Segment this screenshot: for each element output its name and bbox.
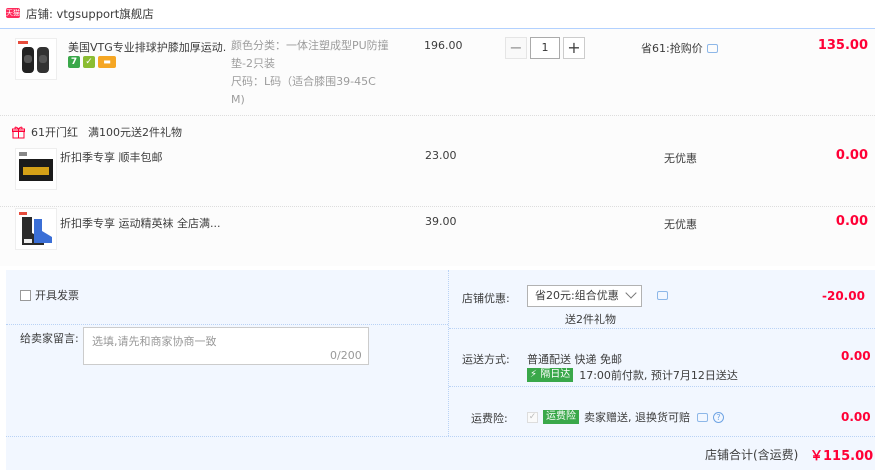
shop-total-label: 店铺合计(含运费) (705, 448, 799, 462)
item-title[interactable]: 美国VTG专业排球护膝加厚运动... (68, 39, 226, 55)
message-char-count: 0/200 (330, 349, 362, 362)
insurance-checkbox: ✓ (527, 411, 538, 423)
insurance-tag: 运费险 (543, 410, 579, 424)
gift-promo-bar: 61开门红 满100元送2件礼物 (12, 124, 182, 140)
sku-color-cont: 垫-2只装 (231, 57, 275, 70)
seven-day-return-icon[interactable]: 7 (68, 56, 80, 68)
gift-icon (12, 126, 25, 138)
insurance-note: 卖家赠送, 退换货可赔 (584, 411, 690, 424)
shop-discount-note: 送2件礼物 (565, 313, 616, 326)
item-promo: 省61:抢购价 (641, 40, 718, 56)
gift-1-discount: 无优惠 (664, 152, 697, 165)
help-icon[interactable]: ? (713, 411, 724, 423)
decrease-quantity-button[interactable]: − (505, 37, 527, 59)
gift-promo-1: 61开门红 (31, 126, 78, 139)
sku-size: 尺码：L码（适合膝围39-45C (231, 75, 376, 88)
shop-prefix-label: 店铺: (26, 7, 53, 21)
shipping-eta: ⚡ 隔日达 17:00前付款, 预计7月12日送达 (527, 367, 738, 383)
genuine-icon[interactable]: ✓ (83, 56, 95, 68)
shipping-note: 17:00前付款, 预计7月12日送达 (579, 369, 738, 382)
shop-discount-label: 店铺优惠: (462, 292, 510, 305)
gift-1-total: 0.00 (835, 148, 868, 163)
invoice-label: 开具发票 (35, 289, 79, 302)
shop-discount-selected: 省20元:组合优惠 (535, 289, 619, 302)
invoice-checkbox[interactable] (20, 289, 31, 301)
gift-1-price: 23.00 (425, 149, 457, 162)
tmall-shop-icon: 天猫 (6, 8, 20, 18)
insurance-chat-icon[interactable] (697, 412, 708, 422)
sku-size-cont: M) (231, 93, 245, 106)
promo-text: 省61:抢购价 (641, 42, 703, 55)
chevron-down-icon (625, 287, 637, 299)
increase-quantity-button[interactable]: + (563, 37, 585, 59)
gift-divider (0, 206, 875, 207)
shop-discount-select[interactable]: 省20元:组合优惠 (527, 285, 642, 307)
gift-2-price: 39.00 (425, 215, 457, 228)
left-divider (6, 324, 448, 325)
shop-total-amount: ￥115.00 (810, 449, 874, 464)
gift-promo-2: 满100元送2件礼物 (88, 126, 182, 139)
item-unit-price: 196.00 (424, 39, 463, 52)
next-day-tag: ⚡ 隔日达 (527, 368, 574, 382)
insurance-option: ✓ 运费险 卖家赠送, 退换货可赔 ? (527, 409, 724, 425)
gift-2-title[interactable]: 折扣季专享 运动精英袜 全店满... (60, 215, 220, 231)
right-divider-1 (449, 328, 875, 329)
right-divider-2 (449, 386, 875, 387)
gift-2-discount: 无优惠 (664, 218, 697, 231)
shop-name-link[interactable]: vtgsupport旗舰店 (57, 7, 154, 21)
shop-name[interactable]: 店铺: vtgsupport旗舰店 (26, 6, 154, 22)
gift-1-thumbnail[interactable] (15, 148, 57, 190)
shop-discount-amount: -20.00 (822, 289, 865, 303)
invoice-option[interactable]: 开具发票 (20, 287, 79, 303)
summary-divider (6, 436, 875, 437)
gift-2-thumbnail[interactable] (15, 208, 57, 250)
quantity-input[interactable]: 1 (530, 37, 560, 59)
gift-2-total: 0.00 (835, 214, 868, 229)
insurance-amount: 0.00 (841, 410, 871, 424)
message-placeholder: 选填,请先和商家协商一致 (92, 335, 217, 348)
shipping-amount: 0.00 (841, 349, 871, 363)
item-sku: 颜色分类：一体注塑成型PU防撞 垫-2只装 尺码：L码（适合膝围39-45C M… (231, 37, 401, 109)
knee-pad-thumbnail[interactable] (15, 38, 57, 80)
gift-1-title[interactable]: 折扣季专享 顺丰包邮 (60, 149, 163, 165)
item-total: 135.00 (817, 38, 868, 53)
promo-info-icon[interactable] (706, 43, 718, 53)
order-options-panel (6, 270, 875, 470)
item-badges: 7 ✓ ▬ (68, 56, 116, 68)
card-payment-icon[interactable]: ▬ (98, 56, 116, 68)
panel-divider (448, 270, 449, 436)
shipping-label: 运送方式: (462, 353, 510, 366)
discount-info-icon[interactable] (657, 291, 668, 300)
sku-color: 颜色分类：一体注塑成型PU防撞 (231, 39, 389, 52)
insurance-label: 运费险: (471, 412, 508, 425)
message-label: 给卖家留言: (20, 332, 79, 345)
quantity-stepper: − 1 + (505, 37, 587, 59)
shipping-method: 普通配送 快递 免邮 (527, 353, 622, 366)
